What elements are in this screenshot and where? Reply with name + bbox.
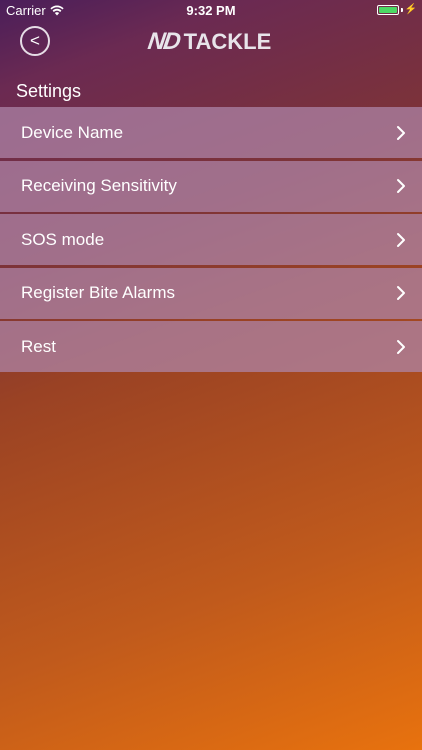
page-title: Settings bbox=[16, 81, 82, 101]
logo-text: TACKLE bbox=[183, 29, 272, 54]
chevron-right-icon bbox=[397, 339, 405, 354]
battery-icon bbox=[376, 5, 399, 15]
chevron-right-icon bbox=[397, 286, 405, 300]
status-time: 9:32 PM bbox=[186, 3, 236, 18]
app-logo: ND TACKLE bbox=[146, 28, 272, 56]
battery-tip bbox=[400, 8, 403, 12]
settings-menu: Device Name Receiving Sensitivity SOS mo… bbox=[0, 107, 422, 375]
menu-item-rest[interactable]: Rest bbox=[0, 321, 422, 372]
chevron-right-icon bbox=[397, 179, 405, 193]
chevron-right-icon bbox=[397, 232, 405, 247]
back-button[interactable]: < bbox=[20, 26, 50, 56]
menu-item-label: Register Bite Alarms bbox=[21, 283, 175, 302]
menu-item-label: SOS mode bbox=[21, 229, 105, 249]
battery-indicator: ⚡ bbox=[376, 4, 417, 15]
status-bar: Carrier 9:32 PM ⚡ bbox=[0, 0, 422, 22]
menu-item-label: Device Name bbox=[21, 122, 124, 142]
menu-item-label: Rest bbox=[21, 336, 56, 356]
charging-bolt-icon: ⚡ bbox=[404, 4, 417, 15]
chevron-right-icon bbox=[397, 125, 405, 140]
menu-item-register-bite-alarms[interactable]: Register Bite Alarms bbox=[0, 267, 422, 319]
menu-item-sos-mode[interactable]: SOS mode bbox=[0, 214, 422, 265]
battery-fill bbox=[378, 7, 397, 13]
menu-item-receiving-sensitivity[interactable]: Receiving Sensitivity bbox=[0, 160, 422, 212]
menu-item-label: Receiving Sensitivity bbox=[21, 176, 177, 195]
menu-item-device-name[interactable]: Device Name bbox=[0, 107, 422, 158]
logo-mark: ND bbox=[146, 28, 181, 55]
